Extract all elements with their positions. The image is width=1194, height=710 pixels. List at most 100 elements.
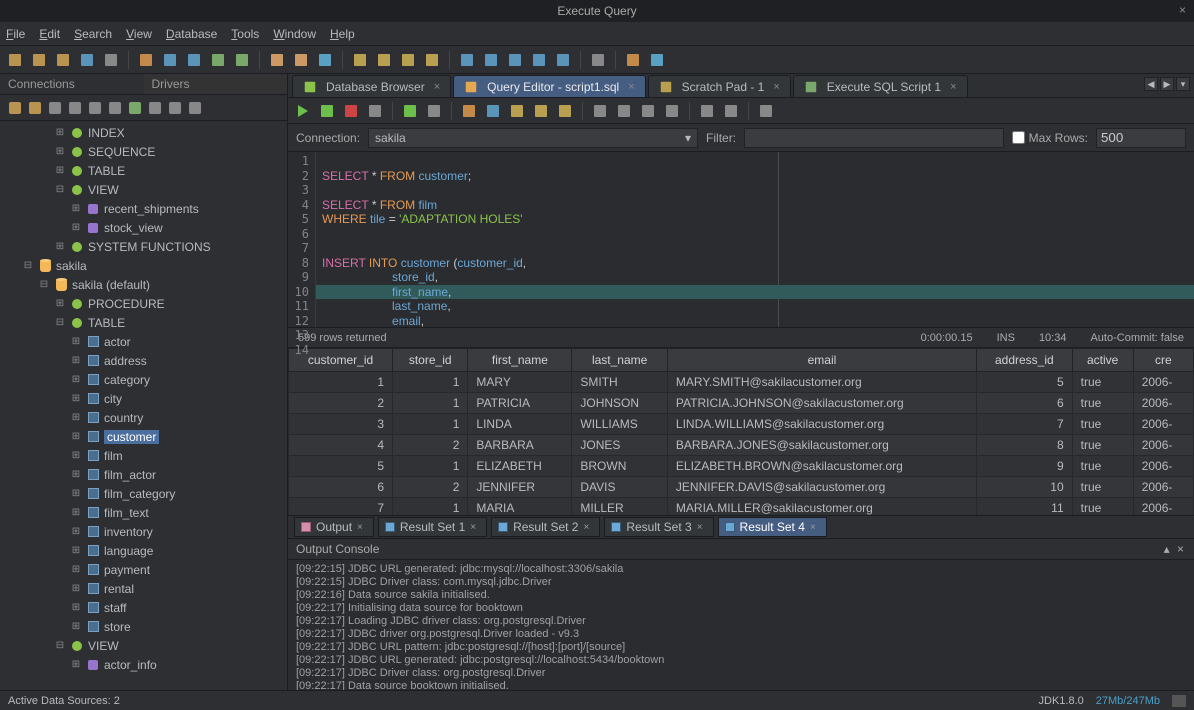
editor-btn-17[interactable] [663,102,681,120]
connections-tree[interactable]: ⊞INDEX⊞SEQUENCE⊞TABLE⊟VIEW⊞recent_shipme… [0,121,287,690]
expand-icon[interactable]: ⊞ [70,355,82,366]
conn-tool-0[interactable] [8,101,22,115]
menu-file[interactable]: File [6,27,25,41]
editor-btn-20[interactable] [722,102,740,120]
toolbar-btn-17[interactable] [375,51,393,69]
conn-tool-3[interactable] [68,101,82,115]
tree-node-store[interactable]: ⊞store [0,617,287,636]
tree-node-sakila-default-[interactable]: ⊟sakila (default) [0,275,287,294]
expand-icon[interactable]: ⊞ [70,412,82,423]
editor-btn-12[interactable] [556,102,574,120]
toolbar-btn-8[interactable] [185,51,203,69]
toolbar-btn-29[interactable] [624,51,642,69]
table-row[interactable]: 51ELIZABETHBROWNELIZABETH.BROWN@sakilacu… [289,456,1194,477]
tree-node-rental[interactable]: ⊞rental [0,579,287,598]
expand-icon[interactable]: ⊞ [70,602,82,613]
expand-icon[interactable]: ⊞ [70,507,82,518]
toolbar-btn-3[interactable] [78,51,96,69]
editor-btn-5[interactable] [401,102,419,120]
tree-node-country[interactable]: ⊞country [0,408,287,427]
result-tab-output[interactable]: Output× [294,517,374,537]
col-email[interactable]: email [667,349,976,372]
toolbar-btn-23[interactable] [506,51,524,69]
tree-node-actor-info[interactable]: ⊞actor_info [0,655,287,674]
toolbar-btn-14[interactable] [316,51,334,69]
expand-icon[interactable]: ⊞ [54,298,66,309]
tree-node-system-functions[interactable]: ⊞SYSTEM FUNCTIONS [0,237,287,256]
toolbar-btn-22[interactable] [482,51,500,69]
close-icon[interactable]: × [773,81,779,93]
toolbar-btn-13[interactable] [292,51,310,69]
expand-icon[interactable]: ⊞ [70,659,82,670]
close-icon[interactable]: × [810,522,816,533]
expand-icon[interactable]: ⊞ [70,545,82,556]
expand-icon[interactable]: ⊞ [70,526,82,537]
tree-node-payment[interactable]: ⊞payment [0,560,287,579]
results-panel[interactable]: customer_idstore_idfirst_namelast_nameem… [288,348,1194,515]
tab-execute-sql-script-1[interactable]: Execute SQL Script 1× [793,75,968,97]
menu-view[interactable]: View [126,27,152,41]
editor-btn-19[interactable] [698,102,716,120]
col-store_id[interactable]: store_id [393,349,468,372]
filter-input[interactable] [744,128,1004,148]
tree-node-film-text[interactable]: ⊞film_text [0,503,287,522]
sql-editor[interactable]: 1234567891011121314 SELECT * FROM custom… [288,152,1194,328]
toolbar-btn-7[interactable] [161,51,179,69]
result-tab-result-set-1[interactable]: Result Set 1× [378,517,487,537]
expand-icon[interactable]: ⊞ [70,583,82,594]
expand-icon[interactable]: ⊞ [70,564,82,575]
toolbar-btn-10[interactable] [233,51,251,69]
conn-tool-6[interactable] [128,101,142,115]
toolbar-btn-30[interactable] [648,51,666,69]
tree-node-index[interactable]: ⊞INDEX [0,123,287,142]
table-row[interactable]: 31LINDAWILLIAMSLINDA.WILLIAMS@sakilacust… [289,414,1194,435]
editor-btn-6[interactable] [425,102,443,120]
editor-btn-9[interactable] [484,102,502,120]
maxrows-check[interactable] [1012,131,1025,144]
tab-database-browser[interactable]: Database Browser× [292,75,451,97]
conn-tool-1[interactable] [28,101,42,115]
tree-node-city[interactable]: ⊞city [0,389,287,408]
expand-icon[interactable]: ⊞ [70,222,82,233]
tree-node-inventory[interactable]: ⊞inventory [0,522,287,541]
toolbar-btn-1[interactable] [30,51,48,69]
tree-node-view[interactable]: ⊟VIEW [0,180,287,199]
expand-icon[interactable]: ⊟ [22,260,34,271]
tree-node-sakila[interactable]: ⊟sakila [0,256,287,275]
editor-btn-16[interactable] [639,102,657,120]
tree-node-table[interactable]: ⊞TABLE [0,161,287,180]
conn-tool-2[interactable] [48,101,62,115]
tree-node-recent-shipments[interactable]: ⊞recent_shipments [0,199,287,218]
col-last_name[interactable]: last_name [572,349,668,372]
toolbar-btn-24[interactable] [530,51,548,69]
editor-btn-8[interactable] [460,102,478,120]
expand-icon[interactable]: ⊟ [54,317,66,328]
close-icon[interactable]: × [434,81,440,93]
col-first_name[interactable]: first_name [468,349,572,372]
conn-tool-7[interactable] [148,101,162,115]
tree-node-view[interactable]: ⊟VIEW [0,636,287,655]
tree-node-film[interactable]: ⊞film [0,446,287,465]
col-address_id[interactable]: address_id [977,349,1073,372]
tree-node-address[interactable]: ⊞address [0,351,287,370]
table-row[interactable]: 21PATRICIAJOHNSONPATRICIA.JOHNSON@sakila… [289,393,1194,414]
editor-btn-14[interactable] [591,102,609,120]
tree-node-category[interactable]: ⊞category [0,370,287,389]
expand-icon[interactable]: ⊟ [38,279,50,290]
editor-btn-15[interactable] [615,102,633,120]
table-row[interactable]: 62JENNIFERDAVISJENNIFER.DAVIS@sakilacust… [289,477,1194,498]
tab-scratch-pad-1[interactable]: Scratch Pad - 1× [648,75,791,97]
expand-icon[interactable]: ⊞ [70,450,82,461]
menu-tools[interactable]: Tools [231,27,259,41]
tree-node-customer[interactable]: ⊞customer [0,427,287,446]
toolbar-btn-21[interactable] [458,51,476,69]
menu-help[interactable]: Help [330,27,355,41]
close-icon[interactable]: × [583,522,589,533]
tree-node-film-actor[interactable]: ⊞film_actor [0,465,287,484]
conn-tool-9[interactable] [188,101,202,115]
drivers-tab[interactable]: Drivers [144,74,288,94]
tree-node-staff[interactable]: ⊞staff [0,598,287,617]
col-active[interactable]: active [1072,349,1133,372]
toolbar-btn-2[interactable] [54,51,72,69]
close-icon[interactable]: × [470,522,476,533]
